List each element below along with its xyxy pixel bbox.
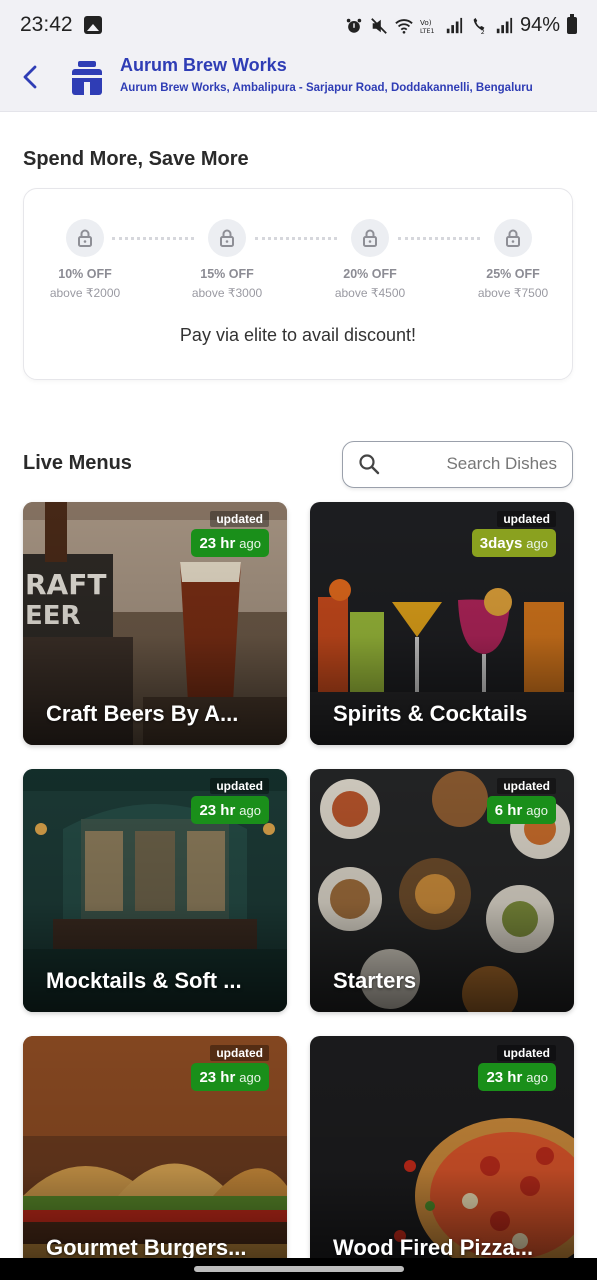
updated-value: 6 hr [494, 801, 523, 819]
system-nav-bar [0, 1258, 597, 1280]
mute-icon [371, 17, 387, 34]
status-bar: 23:42 Vo) LTE1 2 94% [0, 0, 597, 52]
app-header: Aurum Brew Works Aurum Brew Works, Ambal… [0, 52, 597, 112]
menu-card-pizza[interactable]: updated 23 hr ago Wood Fired Pizza... [310, 1036, 574, 1279]
search-icon [359, 454, 380, 475]
updated-value: 23 hr [199, 534, 236, 552]
alarm-icon [346, 18, 362, 33]
updated-unit: ago [239, 802, 261, 818]
svg-text:Vo): Vo) [420, 18, 432, 27]
updated-value: 3days [479, 534, 523, 552]
offer-threshold: above ₹4500 [334, 286, 406, 300]
updated-label: updated [497, 1045, 556, 1061]
search-dishes-input[interactable]: Search Dishes [342, 441, 573, 488]
offers-title: Spend More, Save More [23, 148, 249, 170]
svg-text:LTE1: LTE1 [420, 28, 434, 35]
menu-card-mocktails[interactable]: updated 23 hr ago Mocktails & Soft ... [23, 769, 287, 1012]
svg-text:2: 2 [481, 29, 485, 35]
updated-label: updated [210, 1045, 269, 1061]
updated-unit: ago [239, 1069, 261, 1085]
offer-discount: 20% OFF [343, 267, 397, 281]
battery-icon [567, 14, 577, 34]
image-icon [84, 16, 102, 34]
menu-name: Craft Beers By A... [46, 701, 239, 726]
menu-card-spirits-cocktails[interactable]: updated 3days ago Spirits & Cocktails [310, 502, 574, 745]
restaurant-address: Aurum Brew Works, Ambalipura - Sarjapur … [120, 82, 533, 94]
updated-label: updated [497, 511, 556, 527]
lock-icon [494, 219, 532, 257]
status-icons: Vo) LTE1 2 94% [345, 14, 577, 37]
offer-discount: 15% OFF [200, 267, 254, 281]
updated-badge: 23 hr ago [191, 529, 269, 557]
search-placeholder: Search Dishes [446, 454, 557, 473]
updated-value: 23 hr [199, 1068, 236, 1086]
wifi-icon [395, 18, 413, 34]
lock-icon [208, 219, 246, 257]
lock-icon [351, 219, 389, 257]
updated-badge: 6 hr ago [486, 796, 556, 824]
updated-label: updated [497, 778, 556, 794]
menu-card-starters[interactable]: updated 6 hr ago Starters [310, 769, 574, 1012]
updated-unit: ago [526, 535, 548, 551]
updated-unit: ago [526, 802, 548, 818]
updated-badge: 23 hr ago [191, 1063, 269, 1091]
updated-unit: ago [526, 1069, 548, 1085]
menu-name: Starters [333, 968, 417, 993]
status-time: 23:42 [20, 13, 73, 36]
updated-unit: ago [239, 535, 261, 551]
updated-badge: 23 hr ago [478, 1063, 556, 1091]
offer-tier: 15% OFF above ₹3000 [172, 219, 282, 300]
back-arrow-icon[interactable] [18, 64, 44, 90]
updated-value: 23 hr [486, 1068, 523, 1086]
menu-name: Mocktails & Soft ... [46, 968, 242, 993]
updated-badge: 3days ago [471, 529, 556, 557]
updated-label: updated [210, 778, 269, 794]
offer-threshold: above ₹2000 [49, 286, 121, 300]
home-gesture-handle[interactable] [194, 1266, 404, 1272]
battery-percent: 94% [519, 14, 560, 36]
offers-card: 10% OFF above ₹2000 15% OFF above ₹3000 … [23, 188, 573, 380]
signal-icon [446, 17, 463, 33]
updated-value: 23 hr [199, 801, 236, 819]
volte-icon: Vo)LTE1 [420, 18, 434, 35]
pay-elite-note: Pay via elite to avail discount! [179, 325, 417, 345]
offer-threshold: above ₹7500 [477, 286, 549, 300]
menu-name: Spirits & Cocktails [333, 701, 528, 726]
offer-discount: 25% OFF [486, 267, 540, 281]
signal-icon [496, 17, 513, 33]
updated-label: updated [210, 511, 269, 527]
offer-discount: 10% OFF [58, 267, 112, 281]
live-menus-title: Live Menus [23, 452, 132, 474]
store-icon [72, 61, 102, 95]
menu-card-burgers[interactable]: updated 23 hr ago Gourmet Burgers... [23, 1036, 287, 1279]
offer-tier: 10% OFF above ₹2000 [30, 219, 140, 300]
offer-tier: 20% OFF above ₹4500 [315, 219, 425, 300]
offer-threshold: above ₹3000 [191, 286, 263, 300]
updated-badge: 23 hr ago [191, 796, 269, 824]
offer-tier: 25% OFF above ₹7500 [458, 219, 568, 300]
lock-icon [66, 219, 104, 257]
wifi-calling-icon: 2 [473, 17, 485, 35]
restaurant-title: Aurum Brew Works [120, 55, 287, 75]
menu-card-craft-beers[interactable]: RAFT EER updated 23 hr ago Craft Beers B… [23, 502, 287, 745]
